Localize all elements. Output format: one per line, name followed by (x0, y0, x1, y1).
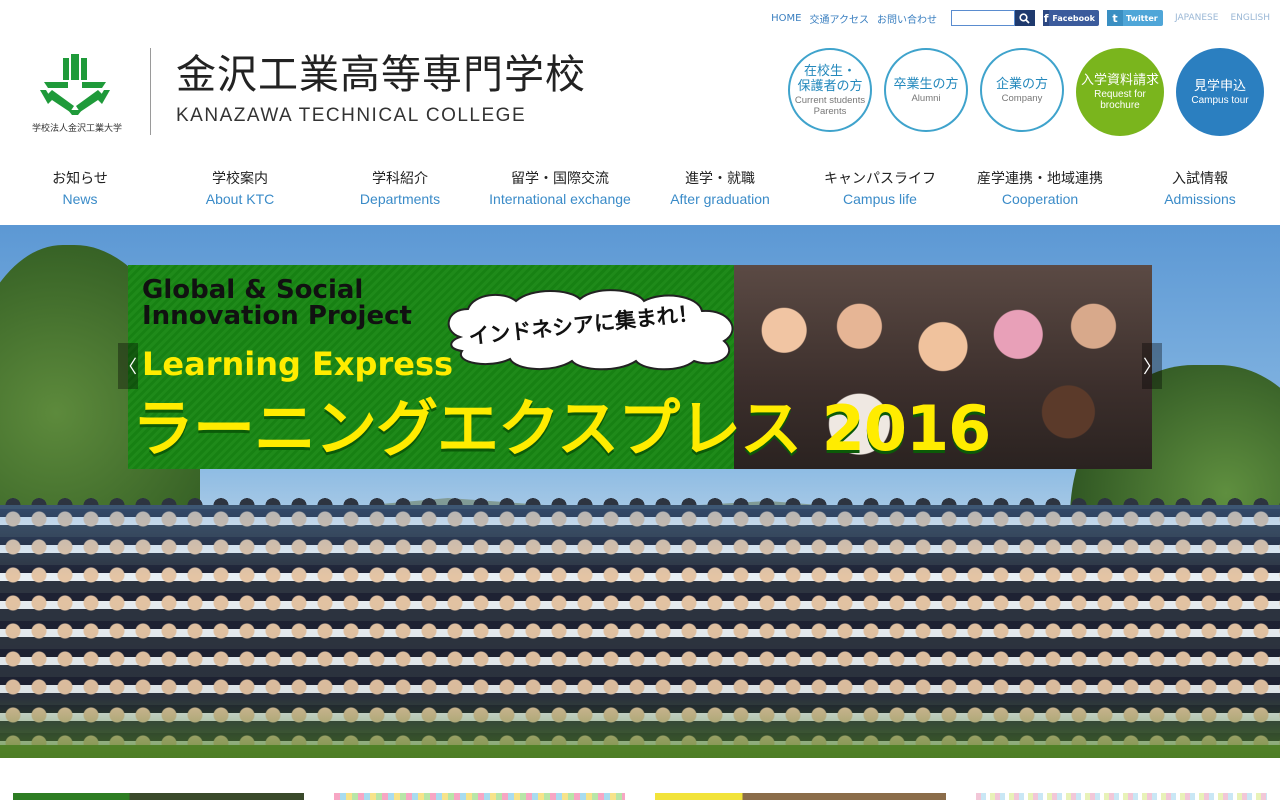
banner-line1: Global & Social (142, 275, 364, 305)
nav-after-graduation[interactable]: 進学・就職 After graduation (640, 170, 800, 212)
thumbnail-1[interactable] (13, 793, 304, 800)
college-name-en: KANAZAWA TECHNICAL COLLEGE (176, 105, 527, 126)
lang-japanese-link[interactable]: JAPANESE (1175, 13, 1218, 23)
facebook-icon: f (1042, 10, 1050, 26)
home-link[interactable]: HOME (771, 13, 801, 24)
banner-project-title: Global & Social Innovation Project (142, 277, 412, 329)
thumbnail-3[interactable] (655, 793, 946, 800)
nav-cooperation[interactable]: 産学連携・地域連携 Cooperation (960, 170, 1120, 212)
banner-headline: ラーニングエクスプレス 2016 (132, 392, 991, 465)
access-link[interactable]: 交通アクセス (809, 11, 869, 26)
alumni-jp: 卒業生の方 (893, 76, 959, 92)
college-name-jp: 金沢工業高等専門学校 (176, 52, 586, 98)
nav-departments-jp: 学科紹介 (372, 171, 428, 187)
site-logo[interactable]: 学校法人金沢工業大学 金沢工業高等専門学校 KANAZAWA TECHNICAL… (24, 48, 594, 138)
global-nav: お知らせ News 学校案内 About KTC 学科紹介 Department… (0, 170, 1280, 212)
nav-international-en: International exchange (489, 191, 631, 207)
banner-line2: Innovation Project (142, 301, 412, 331)
logo-divider (150, 48, 151, 135)
search-input[interactable] (950, 10, 1015, 26)
search-icon (1019, 12, 1031, 24)
utility-bar: HOME 交通アクセス お問い合わせ f Facebook t Twitter … (771, 10, 1270, 26)
nav-admissions-jp: 入試情報 (1172, 171, 1228, 187)
lang-english-link[interactable]: ENGLISH (1230, 13, 1270, 23)
nav-news[interactable]: お知らせ News (0, 170, 160, 212)
thumbnail-2[interactable] (334, 793, 625, 800)
nav-cooperation-en: Cooperation (1001, 191, 1079, 207)
nav-international[interactable]: 留学・国際交流 International exchange (480, 170, 640, 212)
campus-tour-button[interactable]: 見学申込 Campus tour (1176, 48, 1264, 136)
campus-tour-jp: 見学申込 (1193, 78, 1246, 94)
alumni-button[interactable]: 卒業生の方 Alumni (884, 48, 968, 132)
brochure-jp: 入学資料請求 (1080, 73, 1159, 88)
alumni-en: Alumni (911, 92, 941, 104)
search-button[interactable] (1014, 10, 1035, 26)
twitter-icon: t (1106, 10, 1123, 26)
corporation-name: 学校法人金沢工業大学 (31, 124, 122, 134)
nav-departments[interactable]: 学科紹介 Departments (320, 170, 480, 212)
site-search (950, 10, 1035, 26)
nav-admissions[interactable]: 入試情報 Admissions (1120, 170, 1280, 212)
company-en: Company (1001, 92, 1043, 104)
group-photo-shade (0, 505, 1280, 745)
thumbnail-4[interactable] (976, 793, 1267, 800)
company-jp: 企業の方 (995, 76, 1048, 92)
nav-news-en: News (62, 191, 98, 207)
hero-slider: Global & Social Innovation Project インドネシ… (0, 225, 1280, 758)
learning-express-banner[interactable]: Global & Social Innovation Project インドネシ… (128, 265, 1152, 469)
brochure-en: Request for brochure (1094, 89, 1146, 111)
nav-about-en: About KTC (205, 191, 275, 207)
brochure-request-button[interactable]: 入学資料請求 Request for brochure (1076, 48, 1164, 136)
twitter-label: Twitter (1125, 13, 1158, 23)
twitter-button[interactable]: t Twitter (1106, 10, 1163, 26)
nav-campus-life[interactable]: キャンパスライフ Campus life (800, 170, 960, 212)
students-parents-button[interactable]: 在校生・ 保護者の方 Current students Parents (788, 48, 872, 132)
nav-about-jp: 学校案内 (212, 171, 268, 187)
slider-next-button[interactable]: 〉 (1142, 343, 1162, 389)
chevron-left-icon: 〈 (119, 357, 137, 378)
students-parents-jp: 在校生・ 保護者の方 (797, 63, 863, 94)
college-emblem-icon (40, 54, 110, 115)
chevron-right-icon: 〉 (1143, 357, 1161, 378)
banner-learning-express: Learning Express (142, 345, 454, 383)
facebook-button[interactable]: f Facebook (1042, 10, 1099, 26)
nav-cooperation-jp: 産学連携・地域連携 (977, 171, 1103, 187)
nav-about[interactable]: 学校案内 About KTC (160, 170, 320, 212)
nav-after-graduation-en: After graduation (670, 191, 770, 207)
feature-thumbnails (0, 793, 1280, 800)
nav-news-jp: お知らせ (52, 171, 108, 187)
audience-links: 在校生・ 保護者の方 Current students Parents 卒業生の… (788, 48, 1264, 136)
slider-prev-button[interactable]: 〈 (118, 343, 138, 389)
contact-link[interactable]: お問い合わせ (877, 11, 937, 26)
nav-admissions-en: Admissions (1164, 191, 1236, 207)
nav-campus-life-jp: キャンパスライフ (824, 171, 936, 187)
nav-after-graduation-jp: 進学・就職 (685, 171, 755, 187)
students-parents-en: Current students Parents (794, 94, 866, 117)
nav-departments-en: Departments (359, 191, 441, 207)
nav-campus-life-en: Campus life (843, 191, 917, 207)
company-button[interactable]: 企業の方 Company (980, 48, 1064, 132)
campus-tour-en: Campus tour (1191, 94, 1249, 106)
facebook-label: Facebook (1052, 13, 1095, 23)
nav-international-jp: 留学・国際交流 (511, 171, 609, 187)
